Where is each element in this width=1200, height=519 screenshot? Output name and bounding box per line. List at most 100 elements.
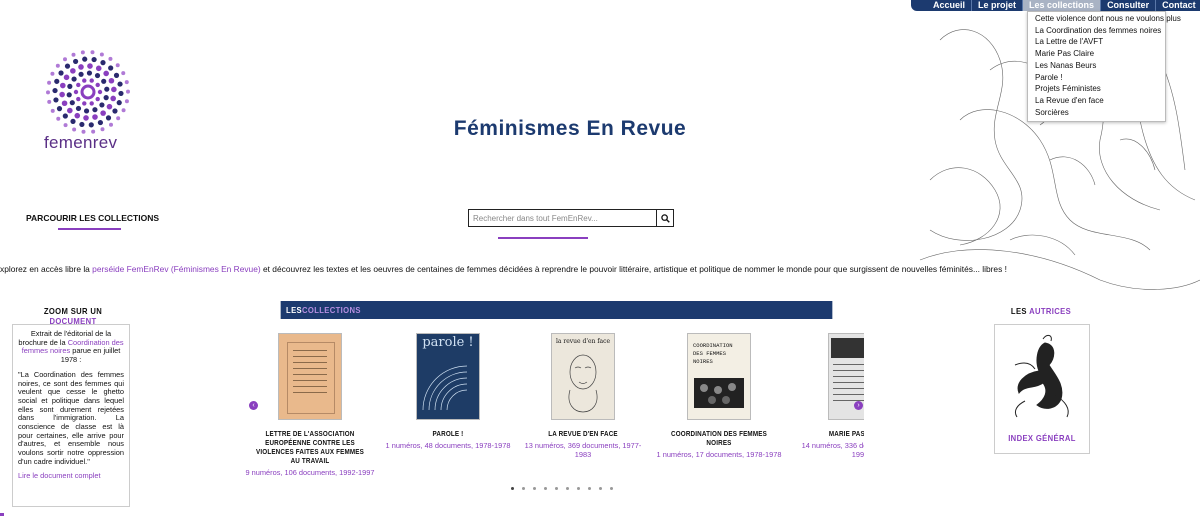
logo-dot: [63, 57, 67, 62]
dropdown-item-projets-feministes[interactable]: Projets Féministes: [1028, 83, 1165, 95]
logo-dot: [76, 96, 81, 102]
logo-dot: [95, 82, 100, 88]
collections-header: LES COLLECTIONS: [280, 301, 833, 319]
logo-dot: [100, 110, 106, 116]
index-general-link[interactable]: INDEX GÉNÉRAL: [999, 433, 1085, 443]
logo-dot: [124, 80, 129, 85]
collection-name[interactable]: LA REVUE D'EN FACE: [528, 429, 639, 438]
browse-underline: [58, 228, 121, 230]
logo-dot: [116, 116, 121, 121]
logo-dot: [100, 127, 105, 132]
carousel-dot[interactable]: [588, 487, 591, 490]
logo-dot: [113, 72, 120, 78]
logo-dot: [78, 64, 84, 70]
logo-dot: [91, 56, 97, 63]
cover-text: parole !: [422, 335, 474, 350]
logo-dot: [86, 70, 93, 76]
dropdown-item-coordination[interactable]: La Coordination des femmes noires: [1028, 25, 1165, 37]
intro-perseide-link[interactable]: perséide FemEnRev (Féminismes En Revue): [92, 264, 261, 274]
logo-dot: [108, 65, 114, 71]
logo-dot: [73, 58, 79, 65]
nav-les-collections[interactable]: Les collections: [1023, 0, 1102, 11]
logo-dot: [83, 108, 90, 114]
logo-dot: [97, 89, 103, 95]
collection-cover[interactable]: parole !: [416, 333, 480, 420]
carousel-prev-button[interactable]: ‹: [249, 401, 258, 410]
logo-dot: [79, 121, 85, 128]
search-button[interactable]: [656, 210, 673, 226]
logo-dot: [100, 60, 106, 66]
browse-collections-link[interactable]: PARCOURIR LES COLLECTIONS: [26, 213, 159, 223]
nav-accueil[interactable]: Accueil: [927, 0, 973, 11]
dropdown-item-marie-pas-claire[interactable]: Marie Pas Claire: [1028, 48, 1165, 60]
collection-card-marie-pas-claire[interactable]: MARIE PAS CLAIRE 14 numéros, 336 documen…: [795, 333, 864, 459]
carousel-dot[interactable]: [533, 487, 536, 490]
carousel-dot[interactable]: [566, 487, 569, 490]
collection-card-avft[interactable]: LETTRE DE L'ASSOCIATION EUROPÉENNE CONTR…: [245, 333, 375, 477]
autrices-illustration: [1014, 334, 1069, 418]
corner-mark: [0, 513, 4, 516]
carousel-dot[interactable]: [544, 487, 547, 490]
logo-dot: [88, 122, 94, 128]
collection-stats: 14 numéros, 336 documents, 1992-1999: [801, 441, 864, 459]
dropdown-item-nanas-beurs[interactable]: Les Nanas Beurs: [1028, 60, 1165, 72]
logo-dot: [69, 100, 75, 106]
collection-name[interactable]: COORDINATION DES FEMMES NOIRES: [664, 429, 775, 447]
logo-dot: [71, 52, 76, 57]
logo-dot: [75, 105, 82, 112]
logo-dot: [92, 107, 98, 113]
logo-dot: [97, 119, 103, 126]
logo-dot: [66, 92, 72, 98]
carousel-dot[interactable]: [577, 487, 580, 490]
collection-cover[interactable]: la revue d'en face: [551, 333, 615, 420]
nav-contact[interactable]: Contact: [1156, 0, 1200, 11]
logo-dot: [47, 99, 52, 104]
dropdown-item-revue-en-face[interactable]: La Revue d'en face: [1028, 95, 1165, 107]
collection-name[interactable]: PAROLE !: [393, 429, 504, 438]
carousel-dot[interactable]: [511, 487, 514, 490]
logo-dot: [95, 96, 100, 102]
read-full-document-link[interactable]: Lire le document complet: [18, 471, 124, 481]
logo-dot: [46, 90, 50, 95]
carousel-next-button[interactable]: ›: [854, 401, 863, 410]
carousel-dot[interactable]: [610, 487, 613, 490]
chevron-left-icon: ‹: [252, 402, 255, 409]
collection-name[interactable]: MARIE PAS CLAIRE: [805, 429, 864, 438]
top-navigation: Accueil Le projet Les collections Consul…: [911, 0, 1200, 11]
logo-dot: [90, 50, 95, 55]
zoom-intro: Extrait de l'éditorial de la brochure de…: [18, 329, 124, 365]
zoom-document-box: Extrait de l'éditorial de la brochure de…: [12, 324, 130, 507]
logo-dot: [82, 56, 88, 62]
collection-cover[interactable]: [278, 333, 342, 420]
logo-dot: [60, 82, 66, 89]
dropdown-item-sorcieres[interactable]: Sorcières: [1028, 107, 1165, 119]
carousel-dot[interactable]: [599, 487, 602, 490]
collection-name[interactable]: LETTRE DE L'ASSOCIATION EUROPÉENNE CONTR…: [255, 429, 366, 465]
logo-dot: [109, 122, 113, 127]
carousel-dot[interactable]: [522, 487, 525, 490]
dropdown-item-parole[interactable]: Parole !: [1028, 72, 1165, 84]
logo-dot: [47, 80, 52, 85]
zoom-section-title: ZOOM SUR UN DOCUMENT: [31, 306, 116, 326]
logo-dot: [62, 113, 68, 119]
nav-consulter[interactable]: Consulter: [1101, 0, 1157, 11]
logo-dot: [70, 118, 76, 124]
logo-dot: [56, 116, 61, 121]
collection-card-coordination[interactable]: COORDINATION DES FEMMES NOIRES COORDINAT…: [654, 333, 784, 459]
collection-card-parole[interactable]: parole ! PAROLE ! 1 numéros, 48 document…: [383, 333, 513, 450]
dropdown-item-violence[interactable]: Cette violence dont nous ne voulons plus: [1028, 13, 1181, 25]
aut-title-a: LES: [1010, 306, 1030, 316]
intro-after: et découvrez les textes et les oeuvres d…: [260, 264, 1007, 274]
nav-le-projet[interactable]: Le projet: [972, 0, 1024, 11]
search-input[interactable]: [469, 210, 656, 226]
collection-cover[interactable]: COORDINATION DES FEMMES NOIRES: [687, 333, 751, 420]
aut-title-b: AUTRICES: [1029, 306, 1072, 316]
coll-title-b: COLLECTIONS: [302, 305, 361, 315]
logo-dot: [101, 78, 107, 84]
carousel-dot[interactable]: [555, 487, 558, 490]
logo-dot: [116, 100, 122, 106]
logo-text[interactable]: femenrev: [44, 133, 117, 153]
dropdown-item-avft[interactable]: La Lettre de l'AVFT: [1028, 36, 1165, 48]
logo-dot: [71, 76, 77, 82]
collection-card-revue-en-face[interactable]: la revue d'en face LA REVUE D'EN FACE 13…: [518, 333, 648, 459]
